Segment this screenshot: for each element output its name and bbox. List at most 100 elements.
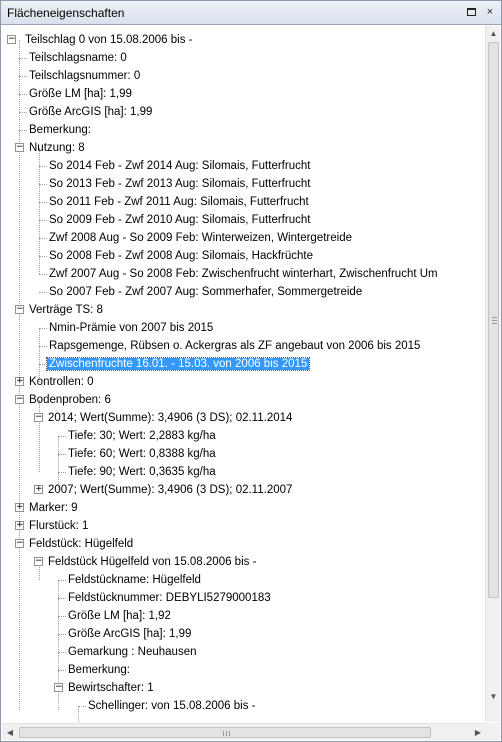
tree-node[interactable]: So 2007 Feb - Zwf 2007 Aug: Sommerhafer,… bbox=[39, 283, 364, 301]
tree-line bbox=[39, 238, 47, 239]
tree-node[interactable]: Teilschlagsname: 0 bbox=[19, 49, 129, 67]
vertical-scrollbar[interactable]: ▲ ▼ bbox=[485, 26, 500, 722]
panel-title: Flächeneigenschaften bbox=[7, 6, 125, 20]
tree-node[interactable]: Größe ArcGIS [ha]: 1,99 bbox=[19, 103, 154, 121]
collapse-icon[interactable]: − bbox=[34, 557, 43, 566]
tree-node[interactable]: Teilschlagsnummer: 0 bbox=[19, 67, 142, 85]
tree-node[interactable]: So 2014 Feb - Zwf 2014 Aug: Silomais, Fu… bbox=[39, 157, 312, 175]
tree-node-label: Zwischenfruchte 16.01. - 15.03. von 2006… bbox=[45, 357, 311, 371]
expand-icon[interactable]: + bbox=[34, 485, 43, 494]
tree-node-label: Teilschlagsname: 0 bbox=[29, 52, 127, 64]
tree-node[interactable]: So 2008 Feb - Zwf 2008 Aug: Silomais, Ha… bbox=[39, 247, 315, 265]
tree-node[interactable]: So 2009 Feb - Zwf 2010 Aug: Silomais, Fu… bbox=[39, 211, 312, 229]
tree-node[interactable]: − Bewirtschafter: 1 bbox=[54, 679, 156, 697]
collapse-icon[interactable]: − bbox=[15, 143, 24, 152]
collapse-icon[interactable]: − bbox=[34, 413, 43, 422]
maximize-icon bbox=[467, 8, 476, 16]
tree-node[interactable]: Zwf 2008 Aug - So 2009 Feb: Winterweizen… bbox=[39, 229, 354, 247]
scroll-left-arrow-icon[interactable]: ◀ bbox=[2, 724, 18, 741]
expand-icon[interactable]: + bbox=[15, 377, 24, 386]
tree-node[interactable]: − Verträge TS: 8 bbox=[15, 301, 105, 319]
grip-line bbox=[492, 323, 497, 324]
vertical-scroll-thumb[interactable] bbox=[488, 42, 499, 598]
tree-node[interactable]: − 2014; Wert(Summe): 3,4906 (3 DS); 02.1… bbox=[34, 409, 294, 427]
horizontal-scrollbar[interactable]: ◀ ▶ bbox=[2, 723, 486, 740]
tree-line bbox=[39, 166, 47, 167]
close-button[interactable]: × bbox=[483, 5, 497, 19]
tree-node[interactable]: − Feldstück: Hügelfeld bbox=[15, 535, 135, 553]
tree-line bbox=[19, 58, 27, 59]
maximize-button[interactable] bbox=[465, 5, 479, 19]
tree-node-label: Nmin-Prämie von 2007 bis 2015 bbox=[49, 322, 214, 334]
tree-line bbox=[58, 652, 66, 653]
tree-line bbox=[58, 472, 66, 473]
collapse-icon[interactable]: − bbox=[15, 305, 24, 314]
property-tree[interactable]: − Teilschlag 0 von 15.08.2006 bis - Teil… bbox=[1, 26, 486, 722]
tree-node[interactable]: Bemerkung: bbox=[19, 121, 93, 139]
tree-node[interactable]: Gemarkung : Neuhausen bbox=[58, 643, 199, 661]
tree-node[interactable]: + Flurstück: 1 bbox=[15, 517, 90, 535]
tree-node-label: So 2014 Feb - Zwf 2014 Aug: Silomais, Fu… bbox=[49, 160, 311, 172]
tree-node-label: Zwf 2008 Aug - So 2009 Feb: Winterweizen… bbox=[49, 232, 352, 244]
tree-line bbox=[39, 220, 47, 221]
tree-node[interactable]: Tiefe: 60; Wert: 0,8388 kg/ha bbox=[58, 445, 218, 463]
tree-node[interactable]: + Kontrollen: 0 bbox=[15, 373, 96, 391]
tree-node-label: Feldstück: Hügelfeld bbox=[29, 538, 134, 550]
properties-panel: Flächeneigenschaften × − Teilschlag 0 vo… bbox=[0, 0, 502, 742]
tree-node-label: Tiefe: 60; Wert: 0,8388 kg/ha bbox=[68, 448, 216, 460]
collapse-icon[interactable]: − bbox=[7, 35, 16, 44]
grip-line bbox=[223, 731, 224, 736]
tree-node[interactable]: Größe ArcGIS [ha]: 1,99 bbox=[58, 625, 193, 643]
tree-line bbox=[19, 76, 27, 77]
tree-node[interactable]: Tiefe: 90; Wert: 0,3635 kg/ha bbox=[58, 463, 218, 481]
grip-line bbox=[226, 731, 227, 736]
tree-node-label: So 2011 Feb - Zwf 2011 Aug: Silomais, Fu… bbox=[49, 196, 309, 208]
tree-node-label: 2014; Wert(Summe): 3,4906 (3 DS); 02.11.… bbox=[48, 412, 293, 424]
tree-node[interactable]: Feldstücknummer: DEBYLI5279000183 bbox=[58, 589, 273, 607]
tree-node[interactable]: Bemerkung: bbox=[58, 661, 132, 679]
tree-node-label: Marker: 9 bbox=[29, 502, 78, 514]
tree-node[interactable]: Größe LM [ha]: 1,99 bbox=[19, 85, 134, 103]
tree-node[interactable]: Tiefe: 30; Wert: 2,2883 kg/ha bbox=[58, 427, 218, 445]
tree-line bbox=[39, 256, 47, 257]
collapse-icon[interactable]: − bbox=[15, 395, 24, 404]
tree-node[interactable]: So 2011 Feb - Zwf 2011 Aug: Silomais, Fu… bbox=[39, 193, 311, 211]
collapse-icon[interactable]: − bbox=[54, 683, 63, 692]
tree-node-selected[interactable]: Zwischenfruchte 16.01. - 15.03. von 2006… bbox=[39, 355, 311, 373]
tree-line bbox=[39, 202, 47, 203]
scroll-down-arrow-icon[interactable]: ▼ bbox=[486, 689, 501, 705]
tree-line bbox=[58, 436, 66, 437]
tree-node-label: Tiefe: 30; Wert: 2,2883 kg/ha bbox=[68, 430, 216, 442]
tree-node-label: So 2013 Feb - Zwf 2013 Aug: Silomais, Fu… bbox=[49, 178, 311, 190]
collapse-icon[interactable]: − bbox=[15, 539, 24, 548]
tree-node[interactable]: + 2007; Wert(Summe): 3,4906 (3 DS); 02.1… bbox=[34, 481, 294, 499]
panel-titlebar[interactable]: Flächeneigenschaften × bbox=[1, 1, 501, 25]
tree-node[interactable]: Feldstückname: Hügelfeld bbox=[58, 571, 203, 589]
tree-line bbox=[39, 274, 47, 275]
tree-node[interactable]: So 2013 Feb - Zwf 2013 Aug: Silomais, Fu… bbox=[39, 175, 312, 193]
tree-line bbox=[58, 580, 66, 581]
tree-node[interactable]: Rapsgemenge, Rübsen o. Ackergras als ZF … bbox=[39, 337, 422, 355]
tree-node[interactable]: − Nutzung: 8 bbox=[15, 139, 87, 157]
tree-node[interactable]: − Feldstück Hügelfeld von 15.08.2006 bis… bbox=[34, 553, 258, 571]
tree-node-label: Kontrollen: 0 bbox=[29, 376, 94, 388]
tree-node[interactable]: Schellinger: von 15.08.2006 bis - bbox=[78, 697, 258, 715]
tree-node-label: Bodenproben: 6 bbox=[29, 394, 111, 406]
tree-node[interactable]: Nmin-Prämie von 2007 bis 2015 bbox=[39, 319, 215, 337]
horizontal-scroll-thumb[interactable] bbox=[19, 727, 431, 738]
tree-line bbox=[58, 616, 66, 617]
tree-node-label: So 2008 Feb - Zwf 2008 Aug: Silomais, Ha… bbox=[49, 250, 313, 262]
scroll-right-arrow-icon[interactable]: ▶ bbox=[470, 724, 486, 741]
tree-node-label: So 2009 Feb - Zwf 2010 Aug: Silomais, Fu… bbox=[49, 214, 311, 226]
tree-node-label: Größe ArcGIS [ha]: 1,99 bbox=[29, 106, 153, 118]
tree-node-label: Gemarkung : Neuhausen bbox=[68, 646, 197, 658]
scroll-up-arrow-icon[interactable]: ▲ bbox=[486, 26, 501, 42]
tree-node[interactable]: − Teilschlag 0 von 15.08.2006 bis - bbox=[7, 31, 195, 49]
tree-line bbox=[19, 112, 27, 113]
tree-node[interactable]: + Marker: 9 bbox=[15, 499, 80, 517]
expand-icon[interactable]: + bbox=[15, 521, 24, 530]
tree-node[interactable]: Zwf 2007 Aug - So 2008 Feb: Zwischenfruc… bbox=[39, 265, 440, 283]
tree-node[interactable]: Größe LM [ha]: 1,92 bbox=[58, 607, 173, 625]
expand-icon[interactable]: + bbox=[15, 503, 24, 512]
tree-node[interactable]: − Bodenproben: 6 bbox=[15, 391, 113, 409]
